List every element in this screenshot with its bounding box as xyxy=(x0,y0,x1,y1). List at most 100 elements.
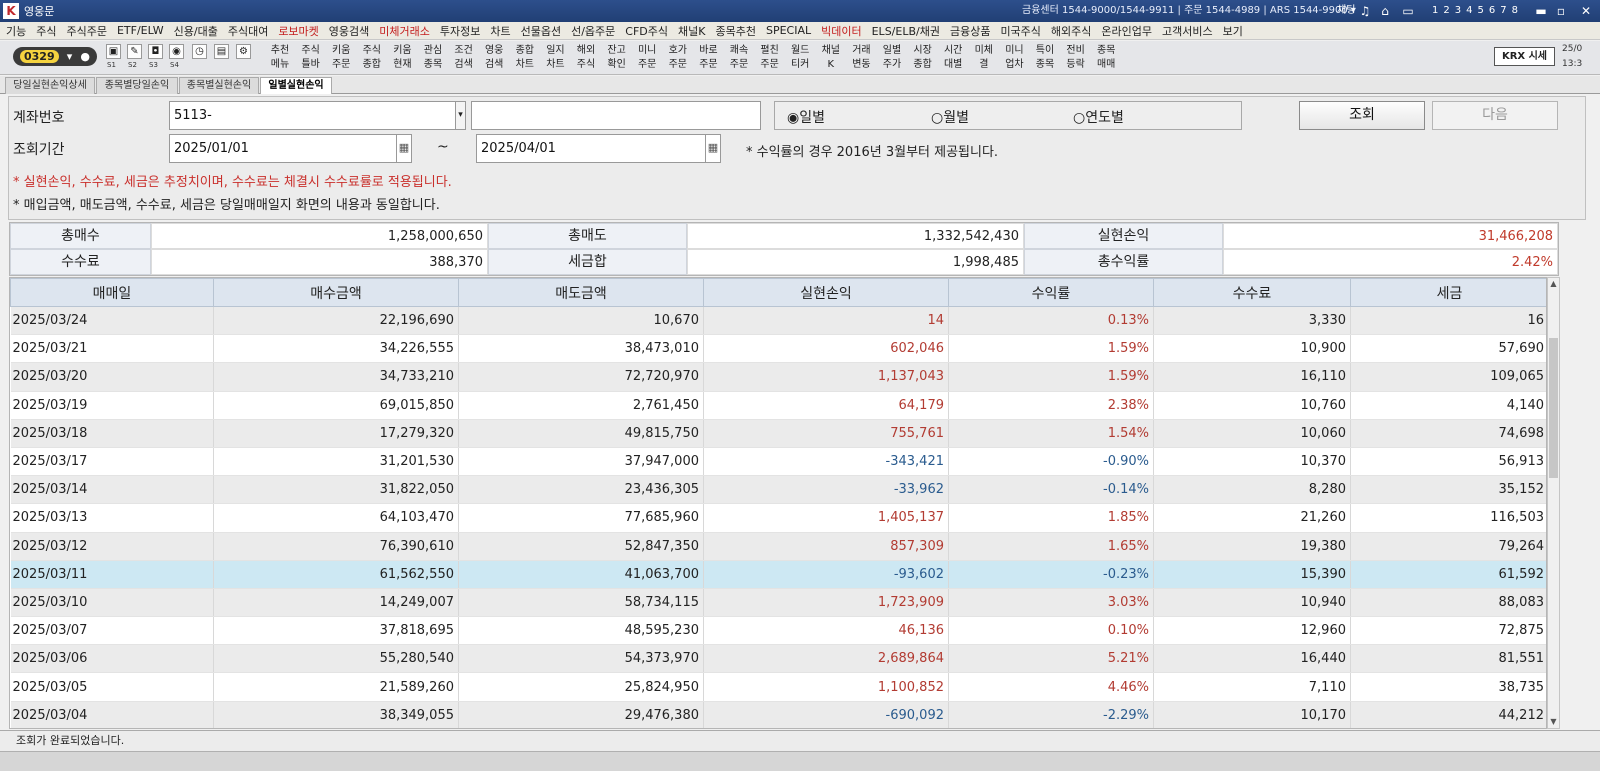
column-header[interactable]: 세금 xyxy=(1350,278,1546,307)
toolbar-button[interactable]: 채널 K xyxy=(816,42,846,73)
screen-number[interactable]: 4 xyxy=(1466,0,1472,22)
menu-item[interactable]: 종목추천 xyxy=(715,23,755,39)
account-number-field[interactable]: 5113- xyxy=(169,101,466,130)
menu-item[interactable]: 신용/대출 xyxy=(174,23,218,39)
toolbar-button[interactable]: 잔고 확인 xyxy=(602,42,632,73)
tab-daily-realized-detail[interactable]: 당일실현손익상세 xyxy=(5,77,95,94)
table-row[interactable]: 2025/03/21 34,226,555 38,473,010 602,046 1.5… xyxy=(10,334,1546,364)
table-row[interactable]: 2025/03/14 31,822,050 23,436,305 -33,962 -0.… xyxy=(10,475,1546,505)
screen-number[interactable]: 2 xyxy=(1443,0,1449,22)
menu-item[interactable]: 기능 xyxy=(6,23,26,39)
table-row[interactable]: 2025/03/20 34,733,210 72,720,970 1,137,043 1… xyxy=(10,362,1546,392)
screen-number[interactable]: 6 xyxy=(1489,0,1495,22)
column-header[interactable]: 매매일 xyxy=(10,278,214,307)
menu-item[interactable]: 로보마켓 xyxy=(278,23,318,39)
menu-item[interactable]: 투자정보 xyxy=(440,23,480,39)
account-dropdown-button[interactable]: ▾ xyxy=(455,101,466,130)
toolbar-button[interactable]: 키움 주문 xyxy=(326,42,356,73)
menu-item[interactable]: 미국주식 xyxy=(1000,23,1040,39)
menu-item[interactable]: ELS/ELB/채권 xyxy=(872,23,940,39)
menu-item[interactable]: 선/옵주문 xyxy=(571,23,615,39)
toolbar-button[interactable]: 추천 메뉴 xyxy=(265,42,295,73)
toolbar-button[interactable]: 시장 종합 xyxy=(908,42,938,73)
screen-number[interactable]: 7 xyxy=(1500,0,1506,22)
menu-item[interactable]: 고객서비스 xyxy=(1162,23,1213,39)
camera-icon[interactable]: ◉ xyxy=(169,44,184,59)
menu-item[interactable]: 채널K xyxy=(678,23,705,39)
menu-item[interactable]: 영웅검색 xyxy=(329,23,369,39)
menu-item[interactable]: 주식 xyxy=(36,23,56,39)
next-button[interactable]: 다음 xyxy=(1432,101,1558,130)
screen-icon[interactable]: ▭ xyxy=(1400,3,1416,19)
clock-icon[interactable]: ◷ xyxy=(192,44,207,59)
table-row[interactable]: 2025/03/18 17,279,320 49,815,750 755,761 1.5… xyxy=(10,419,1546,448)
toolbar-button[interactable]: 바로 주문 xyxy=(693,42,723,73)
toolbar-button[interactable]: 시간 대별 xyxy=(938,42,968,73)
table-row[interactable]: 2025/03/07 37,818,695 48,595,230 46,136 0.10… xyxy=(10,616,1546,646)
menu-item[interactable]: 빅데이터 xyxy=(821,23,861,39)
chat-button[interactable]: 채팅 xyxy=(1337,0,1355,22)
search-button[interactable]: 조회 xyxy=(1299,101,1425,130)
toolbar-button[interactable]: 주식 틀바 xyxy=(296,42,326,73)
toolbar-button[interactable]: 호가 주문 xyxy=(663,42,693,73)
tab-stock-daily-pnl[interactable]: 종목별당일손익 xyxy=(96,77,178,94)
column-header[interactable]: 실현손익 xyxy=(703,278,949,307)
menu-item[interactable]: 주식주문 xyxy=(67,23,107,39)
toolbar-button[interactable]: 일지 차트 xyxy=(540,42,570,73)
screen-number[interactable]: 5 xyxy=(1478,0,1484,22)
toolbar-button[interactable]: 미니 업차 xyxy=(999,42,1029,73)
menu-item[interactable]: 주식대여 xyxy=(228,23,268,39)
toolbar-button[interactable]: 전비 등락 xyxy=(1061,42,1091,73)
column-header[interactable]: 매도금액 xyxy=(458,278,704,307)
toolbar-button[interactable]: 월드 티커 xyxy=(785,42,815,73)
scroll-up-icon[interactable]: ▲ xyxy=(1548,278,1559,290)
bell-icon[interactable]: ♫ xyxy=(1357,3,1373,19)
toolbar-button[interactable]: 미니 주문 xyxy=(632,42,662,73)
tab-stock-realized-pnl[interactable]: 종목별실현손익 xyxy=(179,77,259,94)
date-to-field[interactable]: 2025/04/01 xyxy=(476,134,721,163)
toolbar-button[interactable]: 쾌속 주문 xyxy=(724,42,754,73)
screen-number[interactable]: 3 xyxy=(1455,0,1461,22)
table-row[interactable]: 2025/03/24 22,196,690 10,670 14 0.13% 3,330 16 xyxy=(10,306,1546,336)
calendar-icon[interactable]: ▦ xyxy=(396,134,411,163)
menu-item[interactable]: 선물옵션 xyxy=(521,23,561,39)
menu-item[interactable]: 미체거래소 xyxy=(379,23,430,39)
menu-item[interactable]: CFD주식 xyxy=(625,23,668,39)
table-row[interactable]: 2025/03/05 21,589,260 25,824,950 1,100,852 4… xyxy=(10,672,1546,702)
toolbar-button[interactable]: 관심 종목 xyxy=(418,42,448,73)
toolbar-button[interactable]: 펼친 주문 xyxy=(755,42,785,73)
toolbar-button[interactable]: 일별 주가 xyxy=(877,42,907,73)
menu-item[interactable]: 차트 xyxy=(490,23,510,39)
toolbar-button[interactable]: 주식 종합 xyxy=(357,42,387,73)
menu-item[interactable]: SPECIAL xyxy=(766,24,811,37)
radio-daily[interactable]: ◉일별 xyxy=(787,107,825,127)
minimize-icon[interactable]: ▬ xyxy=(1533,3,1549,19)
table-row[interactable]: 2025/03/10 14,249,007 58,734,115 1,723,909 3… xyxy=(10,588,1546,618)
toolbar-button[interactable]: 조건 검색 xyxy=(449,42,479,73)
toolbar-button[interactable]: 종목 매매 xyxy=(1091,42,1121,73)
menu-item[interactable]: 보기 xyxy=(1223,23,1243,39)
date-from-field[interactable]: 2025/01/01 xyxy=(169,134,412,163)
scroll-down-icon[interactable]: ▼ xyxy=(1548,716,1559,728)
pen-icon[interactable]: ✎ xyxy=(127,44,142,59)
table-row[interactable]: 2025/03/17 31,201,530 37,947,000 -343,421 -0… xyxy=(10,447,1546,477)
screen-number[interactable]: 8 xyxy=(1512,0,1518,22)
table-row[interactable]: 2025/03/06 55,280,540 54,373,970 2,689,864 5… xyxy=(10,644,1546,674)
tab-daily-realized-pnl[interactable]: 일별실현손익 xyxy=(260,77,332,94)
maximize-icon[interactable]: ▫ xyxy=(1553,3,1569,19)
krx-quote-button[interactable]: KRX 시세 xyxy=(1494,47,1555,66)
menu-item[interactable]: 온라인업무 xyxy=(1101,23,1152,39)
table-row[interactable]: 2025/03/04 38,349,055 29,476,380 -690,092 -2… xyxy=(10,701,1546,728)
menu-item[interactable]: ETF/ELW xyxy=(117,24,164,37)
column-header[interactable]: 매수금액 xyxy=(213,278,459,307)
menu-item[interactable]: 해외주식 xyxy=(1051,23,1091,39)
table-row[interactable]: 2025/03/11 61,562,550 41,063,700 -93,602 -0.… xyxy=(10,560,1546,589)
lock-icon[interactable]: ◘ xyxy=(148,44,163,59)
vertical-scrollbar[interactable]: ▲ ▼ xyxy=(1547,277,1560,729)
toolbar-button[interactable]: 특이 종목 xyxy=(1030,42,1060,73)
radio-monthly[interactable]: ○월별 xyxy=(931,107,969,127)
gear-icon[interactable]: ⚙ xyxy=(236,44,251,59)
screen-code-selector[interactable]: 0329 ▾ ● xyxy=(13,47,97,66)
home-icon[interactable]: ⌂ xyxy=(1377,3,1393,19)
screen-number[interactable]: 1 xyxy=(1432,0,1438,22)
